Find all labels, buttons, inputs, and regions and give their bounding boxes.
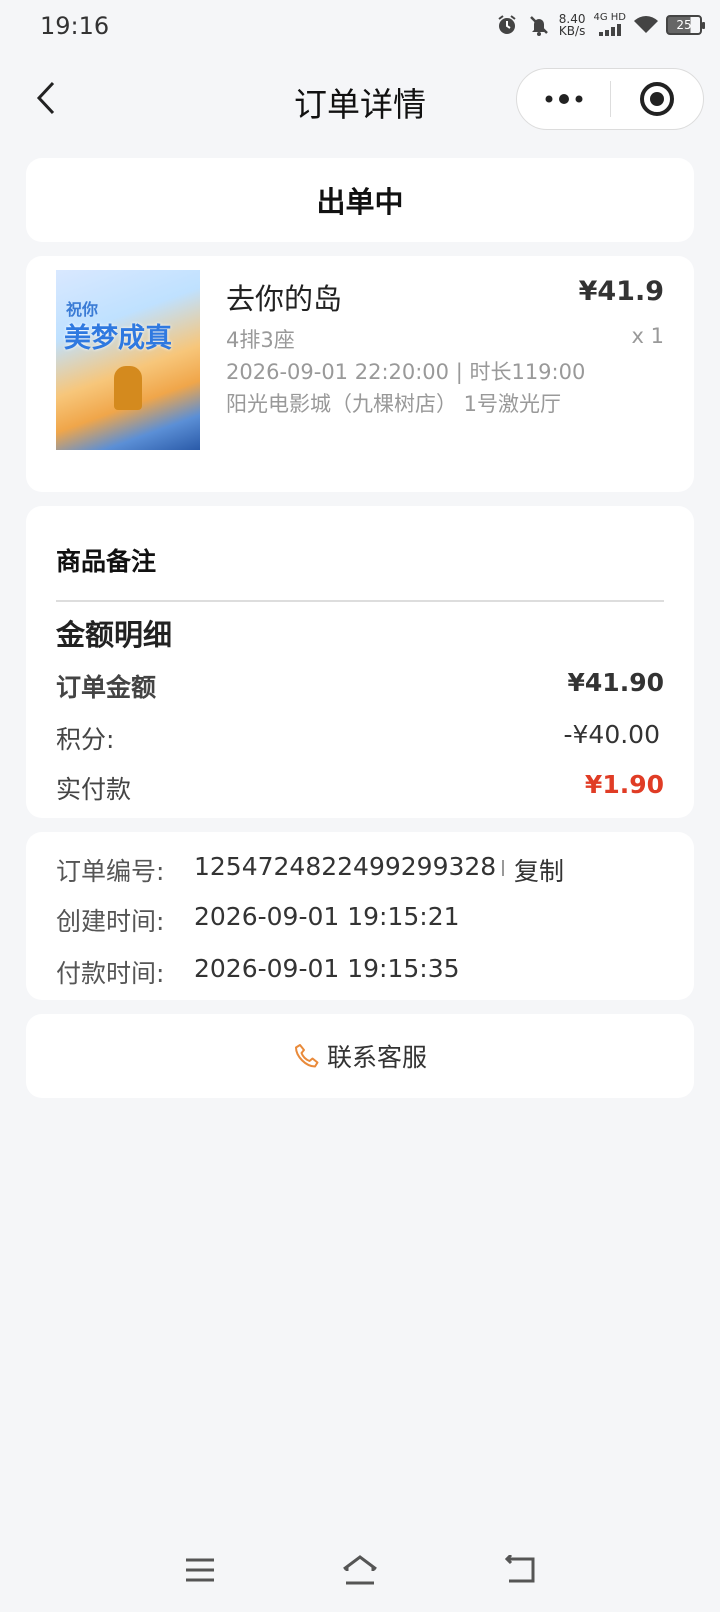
return-icon [504, 1555, 535, 1583]
home-nav-button[interactable] [340, 1552, 380, 1588]
home-icon [343, 1555, 377, 1585]
mute-icon [527, 13, 551, 37]
order-amount-row: 订单金额 ¥41.90 [56, 668, 664, 702]
paid-time-row: 付款时间: 2026-09-01 19:15:35 [56, 954, 664, 988]
movie-poster: 祝你 美梦成真 [56, 270, 200, 450]
order-amount-value: ¥41.90 [567, 668, 664, 697]
menu-nav-button[interactable] [180, 1552, 220, 1588]
battery-icon: 25 [666, 15, 705, 35]
paid-row: 实付款 ¥1.90 [56, 770, 664, 804]
alarm-icon [495, 13, 519, 37]
paid-time-value: 2026-09-01 19:15:35 [194, 954, 460, 983]
more-button[interactable] [517, 69, 610, 129]
paid-value: ¥1.90 [584, 770, 664, 799]
amount-card: 商品备注 金额明细 订单金额 ¥41.90 积分: -¥40.00 实付款 ¥1… [26, 506, 694, 818]
amount-title: 金额明细 [56, 618, 173, 652]
poster-figure [114, 366, 142, 410]
poster-text-2: 美梦成真 [64, 323, 172, 354]
net-speed: 8.40 KB/s [559, 13, 586, 37]
movie-card[interactable]: 祝你 美梦成真 去你的岛 ¥41.9 4排3座 x 1 2026-09-01 2… [26, 256, 694, 492]
movie-cinema: 阳光电影城（九棵树店） 1号激光厅 [226, 392, 562, 416]
order-info-card: 订单编号: 1254724822499299328 复制 创建时间: 2026-… [26, 832, 694, 1000]
signal-icon: 4G HD [593, 12, 626, 38]
copy-button[interactable]: 复制 [514, 852, 564, 888]
created-time-value: 2026-09-01 19:15:21 [194, 902, 460, 931]
network-label: 4G HD [593, 12, 626, 23]
paid-label: 实付款 [56, 775, 132, 804]
movie-title: 去你的岛 [226, 282, 343, 316]
system-nav-bar [0, 1540, 720, 1600]
more-icon [545, 94, 582, 104]
remark-label: 商品备注 [56, 547, 157, 576]
contact-service-button[interactable]: 联系客服 [26, 1014, 694, 1098]
net-speed-unit: KB/s [558, 24, 586, 38]
paid-time-label: 付款时间: [56, 959, 165, 988]
close-icon [639, 82, 674, 116]
divider [56, 600, 664, 602]
points-label: 积分: [56, 725, 115, 754]
status-icons: 8.40 KB/s 4G HD 25 [495, 12, 705, 38]
status-bar: 19:16 8.40 KB/s 4G HD 25 [0, 0, 720, 52]
nav-bar: 订单详情 [0, 62, 720, 134]
contact-service-label: 联系客服 [326, 1043, 427, 1072]
movie-price: ¥41.9 [578, 276, 664, 307]
close-button[interactable] [611, 69, 703, 129]
menu-capsule [516, 68, 704, 130]
created-time-label: 创建时间: [56, 907, 165, 936]
menu-icon [186, 1558, 214, 1582]
order-number-value: 1254724822499299328 [194, 852, 497, 881]
wifi-icon [634, 13, 658, 37]
phone-icon [293, 1042, 321, 1070]
status-time: 19:16 [40, 12, 110, 40]
movie-quantity: x 1 [631, 324, 664, 348]
movie-seat: 4排3座 [226, 328, 295, 352]
created-time-row: 创建时间: 2026-09-01 19:15:21 [56, 902, 664, 936]
points-value: -¥40.00 [563, 720, 661, 749]
order-number-row: 订单编号: 1254724822499299328 复制 [56, 852, 664, 886]
points-row: 积分: -¥40.00 [56, 720, 664, 754]
back-nav-button[interactable] [500, 1552, 540, 1588]
movie-showtime: 2026-09-01 22:20:00 | 时长119:00 [226, 360, 586, 384]
order-amount-label: 订单金额 [56, 673, 157, 702]
order-status: 出单中 [316, 185, 404, 219]
copy-separator [502, 860, 504, 876]
order-number-label: 订单编号: [56, 857, 165, 886]
order-status-card: 出单中 [26, 158, 694, 242]
